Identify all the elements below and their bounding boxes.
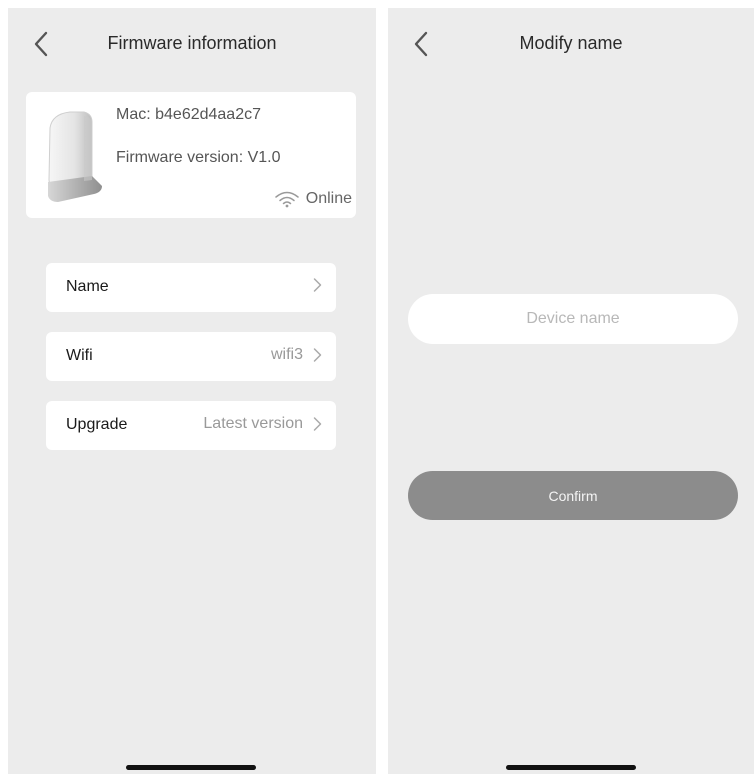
firmware-information-screen: Firmware information Mac: b4e62d4aa2c7 F… (8, 8, 376, 774)
device-name-input[interactable] (408, 294, 738, 344)
upgrade-row-value: Latest version (203, 415, 303, 432)
wifi-icon (275, 191, 299, 208)
home-indicator[interactable] (126, 765, 256, 770)
wifi-row-value: wifi3 (270, 346, 303, 363)
device-card: Mac: b4e62d4aa2c7 Firmware version: V1.0… (26, 92, 356, 218)
mac-address: Mac: b4e62d4aa2c7 (116, 106, 261, 123)
chevron-right-icon (313, 417, 322, 431)
wifi-row-right: wifi3 (271, 346, 322, 364)
connection-status: Online (274, 190, 352, 208)
upgrade-row[interactable]: Upgrade Latest version (46, 401, 336, 450)
modify-name-screen: Modify name Confirm (388, 8, 754, 774)
upgrade-row-label: Upgrade (66, 416, 128, 433)
name-row-label: Name (66, 278, 109, 295)
home-indicator[interactable] (506, 765, 636, 770)
firmware-version: Firmware version: V1.0 (116, 149, 281, 166)
name-row-right (303, 277, 322, 293)
page-title: Firmware information (107, 33, 277, 53)
confirm-button[interactable]: Confirm (408, 471, 738, 520)
upgrade-row-right: Latest version (203, 415, 322, 433)
page-title: Modify name (519, 33, 623, 53)
wifi-row-label: Wifi (66, 347, 93, 364)
device-image (48, 111, 102, 202)
chevron-right-icon (313, 348, 322, 362)
wifi-row[interactable]: Wifi wifi3 (46, 332, 336, 381)
name-row[interactable]: Name (46, 263, 336, 312)
chevron-right-icon (313, 278, 322, 292)
online-status-label: Online (305, 190, 352, 207)
